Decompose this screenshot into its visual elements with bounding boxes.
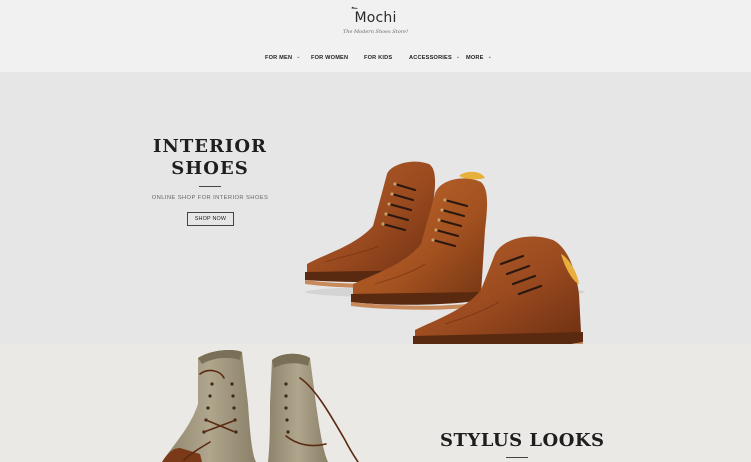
canvas-boots-image: [162, 350, 359, 462]
nav-item-accessories[interactable]: ACCESSORIES ⌄: [409, 54, 461, 61]
nav-item-more[interactable]: MORE ⌄: [466, 54, 492, 61]
nav-label: FOR MEN: [265, 55, 293, 61]
hero-subtitle: ONLINE SHOP FOR INTERIOR SHOES: [151, 195, 269, 201]
nav-label: FOR KIDS: [364, 55, 393, 61]
nav-item-for-kids[interactable]: FOR KIDS: [364, 55, 392, 61]
nav-label: FOR WOMEN: [311, 55, 349, 61]
divider: [199, 186, 221, 187]
hero-title-line2: SHOES: [171, 158, 249, 179]
chevron-down-icon: ⌄: [487, 54, 492, 60]
hero-shoes-image: [305, 161, 585, 344]
hero-banner: INTERIOR SHOES ONLINE SHOP FOR INTERIOR …: [0, 72, 751, 344]
site-header: Mochi The Modern Shoes Store! FOR MEN ⌄ F…: [0, 0, 751, 72]
hero-title-line1: INTERIOR: [152, 136, 267, 157]
feature-section: STYLUS LOOKS: [0, 344, 751, 462]
nav-label: MORE: [466, 55, 484, 61]
shoe-logo-icon: [351, 6, 358, 9]
nav-item-for-men[interactable]: FOR MEN ⌄: [265, 54, 301, 61]
shop-now-button[interactable]: SHOP NOW: [187, 212, 234, 226]
brand-tagline: The Modern Shoes Store!: [342, 29, 409, 35]
nav-label: ACCESSORIES: [409, 55, 452, 61]
main-nav: FOR MEN ⌄ FOR WOMEN FOR KIDS ACCESSORIES ⌄…: [0, 54, 751, 65]
brand-name: Mochi: [354, 10, 397, 26]
divider: [506, 457, 528, 458]
chevron-down-icon: ⌄: [296, 54, 301, 60]
chevron-down-icon: ⌄: [455, 54, 461, 60]
nav-item-for-women[interactable]: FOR WOMEN: [311, 55, 348, 61]
logo[interactable]: Mochi The Modern Shoes Store!: [0, 6, 751, 38]
logo-wrap[interactable]: Mochi The Modern Shoes Store!: [342, 6, 409, 35]
section-title: STYLUS LOOKS: [440, 430, 605, 451]
hero-title: INTERIOR SHOES: [140, 136, 280, 180]
